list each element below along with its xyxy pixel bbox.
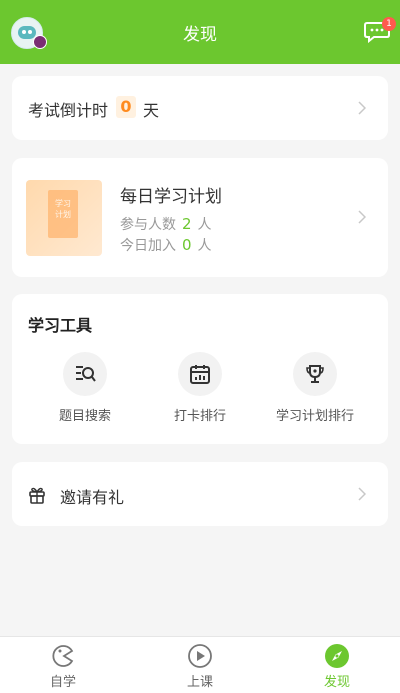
header-bar: 发现 1 xyxy=(0,0,400,64)
pacman-icon xyxy=(52,645,74,667)
plan-title: 每日学习计划 xyxy=(120,187,222,207)
plan-cover-image: 学习计划 xyxy=(26,180,102,256)
calendar-chart-icon xyxy=(190,365,210,384)
gift-icon xyxy=(29,487,45,504)
exam-countdown-card[interactable]: 考试倒计时 0 天 xyxy=(12,76,388,140)
tool-checkin-ranking[interactable]: 打卡排行 xyxy=(150,352,250,424)
countdown-unit: 天 xyxy=(143,101,160,120)
tab-class[interactable]: 上课 xyxy=(160,643,240,690)
compass-icon xyxy=(325,644,349,668)
message-badge: 1 xyxy=(382,17,396,31)
trophy-icon xyxy=(306,365,324,383)
daily-plan-card[interactable]: 学习计划 每日学习计划 参与人数 2 人 今日加入 0 人 xyxy=(12,158,388,277)
tab-self-study[interactable]: 自学 xyxy=(23,643,103,690)
plan-cover-text: 学习计划 xyxy=(55,199,71,219)
tab-discover[interactable]: 发现 xyxy=(297,643,377,690)
countdown-label: 考试倒计时 xyxy=(28,101,109,120)
countdown-value: 0 xyxy=(116,96,136,118)
invite-label: 邀请有礼 xyxy=(60,488,125,507)
chevron-right-icon xyxy=(358,101,366,115)
plan-today-joined: 今日加入 0 人 xyxy=(120,236,212,254)
invite-card[interactable]: 邀请有礼 xyxy=(12,462,388,526)
chevron-right-icon xyxy=(358,210,366,224)
chevron-right-icon xyxy=(358,487,366,501)
study-tools-card: 学习工具 题目搜索 打卡排行 学习计划排行 xyxy=(12,294,388,444)
tool-plan-ranking[interactable]: 学习计划排行 xyxy=(265,352,365,424)
play-circle-icon xyxy=(188,644,212,668)
search-list-icon xyxy=(76,366,96,382)
bottom-tab-bar: 自学 上课 发现 xyxy=(0,636,400,693)
tool-question-search[interactable]: 题目搜索 xyxy=(35,352,135,424)
plan-participants: 参与人数 2 人 xyxy=(120,215,212,233)
page-title: 发现 xyxy=(183,25,217,45)
tools-title: 学习工具 xyxy=(28,316,93,335)
